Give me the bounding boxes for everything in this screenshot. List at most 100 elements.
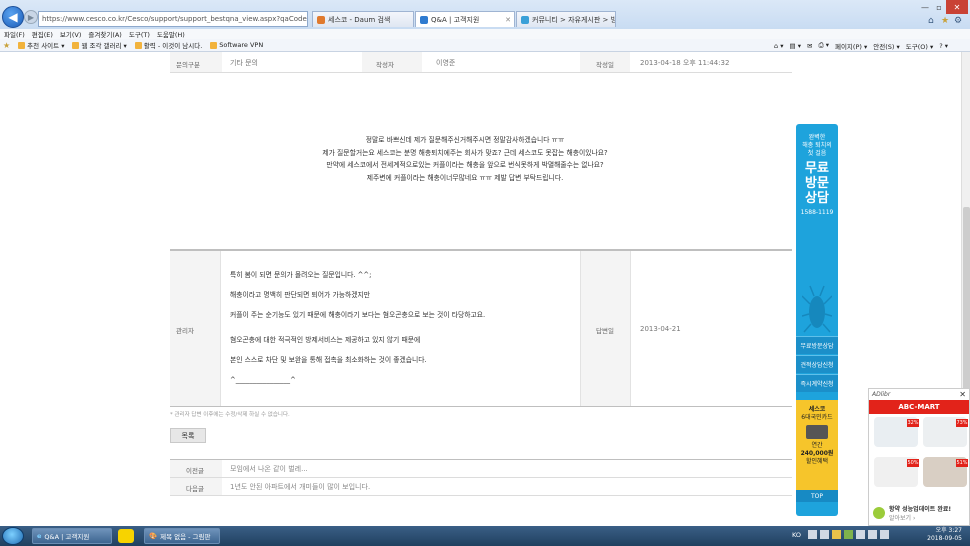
menu-bar: 파일(F) 편집(E) 보기(V) 즐겨찾기(A) 도구(T) 도움말(H) — [0, 29, 970, 39]
prev-post-link[interactable]: 모임에서 나온 같이 벌레... — [230, 464, 308, 474]
task-label: 제목 없음 - 그림판 — [160, 533, 211, 541]
tray-icon[interactable] — [856, 530, 865, 539]
tab-community[interactable]: 커뮤니티 > 자유게시판 > 방... — [516, 11, 616, 27]
answer-line: 본인 스스로 차단 및 보완을 통해 접촉을 최소화하는 것이 좋겠습니다. — [230, 356, 427, 364]
tray-icon[interactable] — [832, 530, 841, 539]
answer-body: 특히 봄이 되면 문의가 몰려오는 질문입니다. ^^; 해충이라고 명백히 판… — [230, 269, 570, 387]
start-button[interactable] — [2, 527, 24, 545]
ad-mascot-icon — [873, 507, 885, 519]
list-button[interactable]: 목록 — [170, 428, 206, 443]
fav-recommended-sites[interactable]: 추천 사이트 ▾ — [18, 40, 64, 50]
print-cmd-icon[interactable]: ⎙ ▾ — [818, 41, 829, 50]
tray-icon[interactable] — [820, 530, 829, 539]
promo-line: 세스코 — [808, 406, 826, 413]
task-paint[interactable]: 🎨 제목 없음 - 그림판 — [144, 528, 220, 544]
page-menu[interactable]: 페이지(P) ▾ — [835, 41, 867, 51]
banner-intro: 완벽한 — [808, 134, 826, 141]
category-label: 문의구분 — [176, 61, 200, 69]
browser-titlebar: ◀ ▶ https://www.cesco.co.kr/Cesco/suppor… — [0, 0, 970, 32]
favorites-star-icon[interactable]: ★ — [941, 16, 949, 26]
fav-link[interactable]: 활력 - 이것이 남시다. — [134, 40, 202, 50]
question-body: 정말로 바쁘신데 제가 질문해주신거해주시면 정말감사하겠습니다 ㅠㅠ 제가 질… — [210, 134, 720, 184]
settings-gear-icon[interactable]: ⚙ — [954, 16, 962, 26]
taskbar: e Q&A | 고객지원 🎨 제목 없음 - 그림판 KO 오후 3:27 20… — [0, 526, 970, 546]
ad-footer[interactable]: 항약 성능업데이트 완료! 알아보기 › — [869, 503, 969, 525]
clock-time: 오후 3:27 — [935, 527, 962, 534]
minimize-button[interactable]: — — [918, 0, 932, 14]
community-tab-icon — [521, 15, 529, 24]
menu-edit[interactable]: 편집(E) — [32, 29, 53, 39]
help-cmd-icon[interactable]: ? ▾ — [939, 42, 948, 50]
folder-icon — [72, 41, 80, 49]
ad-brand: ABC-MART — [869, 400, 969, 414]
menu-file[interactable]: 파일(F) — [4, 29, 25, 39]
close-window-button[interactable]: ✕ — [946, 0, 968, 14]
maximize-button[interactable]: ▫ — [932, 0, 946, 14]
answer-date-value: 2013-04-21 — [640, 325, 681, 333]
instant-contract-link[interactable]: 즉시계약신청 — [796, 374, 838, 392]
tab-qna[interactable]: Q&A | 고객지원 ✕ — [415, 11, 515, 27]
cesco-tab-icon — [420, 15, 428, 24]
answer-line: 해충이라고 명백히 판단되면 퇴어가 가능하겠지만 — [230, 291, 370, 299]
fav-software-vpn[interactable]: Software VPN — [210, 41, 263, 49]
promo-line: 6대국민카드 — [801, 414, 833, 421]
safety-menu[interactable]: 안전(S) ▾ — [873, 41, 900, 51]
home-cmd-icon[interactable]: ⌂ ▾ — [774, 42, 783, 50]
menu-view[interactable]: 보기(V) — [60, 29, 81, 39]
favorites-star-button[interactable]: ★ — [3, 41, 10, 50]
discount-badge: 32% — [907, 419, 919, 427]
back-button[interactable]: ◀ — [2, 6, 24, 28]
next-label: 다음글 — [186, 485, 204, 493]
bug-graphic-icon — [801, 284, 833, 334]
page-icon — [210, 41, 218, 49]
language-indicator[interactable]: KO — [792, 531, 801, 539]
page-content: 문의구분 기타 문의 작성자 이영준 작성일 2013-04-18 오후 11:… — [0, 52, 961, 526]
clock[interactable]: 오후 3:27 2018-09-05 — [912, 527, 962, 543]
divider — [170, 459, 792, 460]
forward-button[interactable]: ▶ — [24, 10, 38, 24]
home-icon[interactable]: ⌂ — [928, 16, 934, 26]
tools-menu[interactable]: 도구(O) ▾ — [906, 41, 933, 51]
task-ie[interactable]: e Q&A | 고객지원 — [32, 528, 112, 544]
estimate-consult-link[interactable]: 견적상담신청 — [796, 355, 838, 373]
volume-icon[interactable] — [868, 530, 877, 539]
side-banner[interactable]: 완벽한 해충 퇴치의 첫 걸음 무료 방문 상담 1588-1119 무료방문상… — [796, 124, 838, 516]
next-post-link[interactable]: 1년도 안된 아파트에서 개미들이 많이 보입니다. — [230, 482, 370, 492]
free-visit-consult-link[interactable]: 무료방문상담 — [796, 336, 838, 354]
tab-daum-search[interactable]: 세스코 - Daum 검색 — [312, 11, 414, 27]
banner-headline: 무료 — [805, 161, 829, 176]
menu-help[interactable]: 도움말(H) — [157, 29, 185, 39]
ad-close-icon[interactable]: ✕ — [959, 390, 966, 399]
answer-line: ^________________^ — [230, 376, 296, 384]
question-line: 제주변에 커플이라는 해충이너무많네요 ㅠㅠ 제발 답변 부탁드립니다. — [366, 173, 564, 182]
answer-line: 특히 봄이 되면 문의가 몰려오는 질문입니다. ^^; — [230, 271, 372, 279]
feeds-cmd-icon[interactable]: ▤ ▾ — [790, 42, 801, 50]
question-line: 만약에 세스코에서 전세계적으로있는 커플이라는 해충을 앞으로 번식못하게 박… — [326, 161, 604, 169]
tab-label: 세스코 - Daum 검색 — [328, 15, 391, 24]
network-icon[interactable] — [880, 530, 889, 539]
card-promo[interactable]: 세스코 6대국민카드 연간 240,000원 할인혜택 — [796, 400, 838, 490]
fav-label: Software VPN — [219, 41, 264, 49]
ad-popup[interactable]: ADlibr ✕ ABC-MART 32% 73% 50% 51% 항약 성능업… — [868, 388, 970, 526]
kakaotalk-icon[interactable] — [118, 529, 134, 543]
edit-note: * 관리자 답변 이후에는 수정/삭제 하실 수 없습니다. — [170, 412, 290, 418]
mail-cmd-icon[interactable]: ✉ — [807, 42, 812, 50]
menu-tools[interactable]: 도구(T) — [129, 29, 150, 39]
tray-icons — [808, 530, 918, 542]
tray-icon[interactable] — [808, 530, 817, 539]
page-icon — [134, 41, 142, 49]
promo-line: 할인혜택 — [805, 458, 829, 465]
menu-favorites[interactable]: 즐겨찾기(A) — [88, 29, 121, 39]
address-bar[interactable]: https://www.cesco.co.kr/Cesco/support/su… — [38, 11, 308, 27]
tab-label: 커뮤니티 > 자유게시판 > 방... — [532, 15, 616, 24]
tray-icon[interactable] — [844, 530, 853, 539]
card-icon — [806, 425, 828, 439]
top-button[interactable]: TOP — [796, 490, 838, 502]
close-tab-icon[interactable]: ✕ — [505, 16, 511, 24]
banner-intro: 해충 퇴치의 — [802, 142, 832, 149]
task-label: Q&A | 고객지원 — [44, 533, 90, 541]
divider — [170, 495, 792, 496]
fav-web-slice[interactable]: 웹 조각 갤러리 ▾ — [72, 40, 127, 50]
discount-badge: 51% — [956, 459, 968, 467]
divider — [170, 477, 792, 478]
